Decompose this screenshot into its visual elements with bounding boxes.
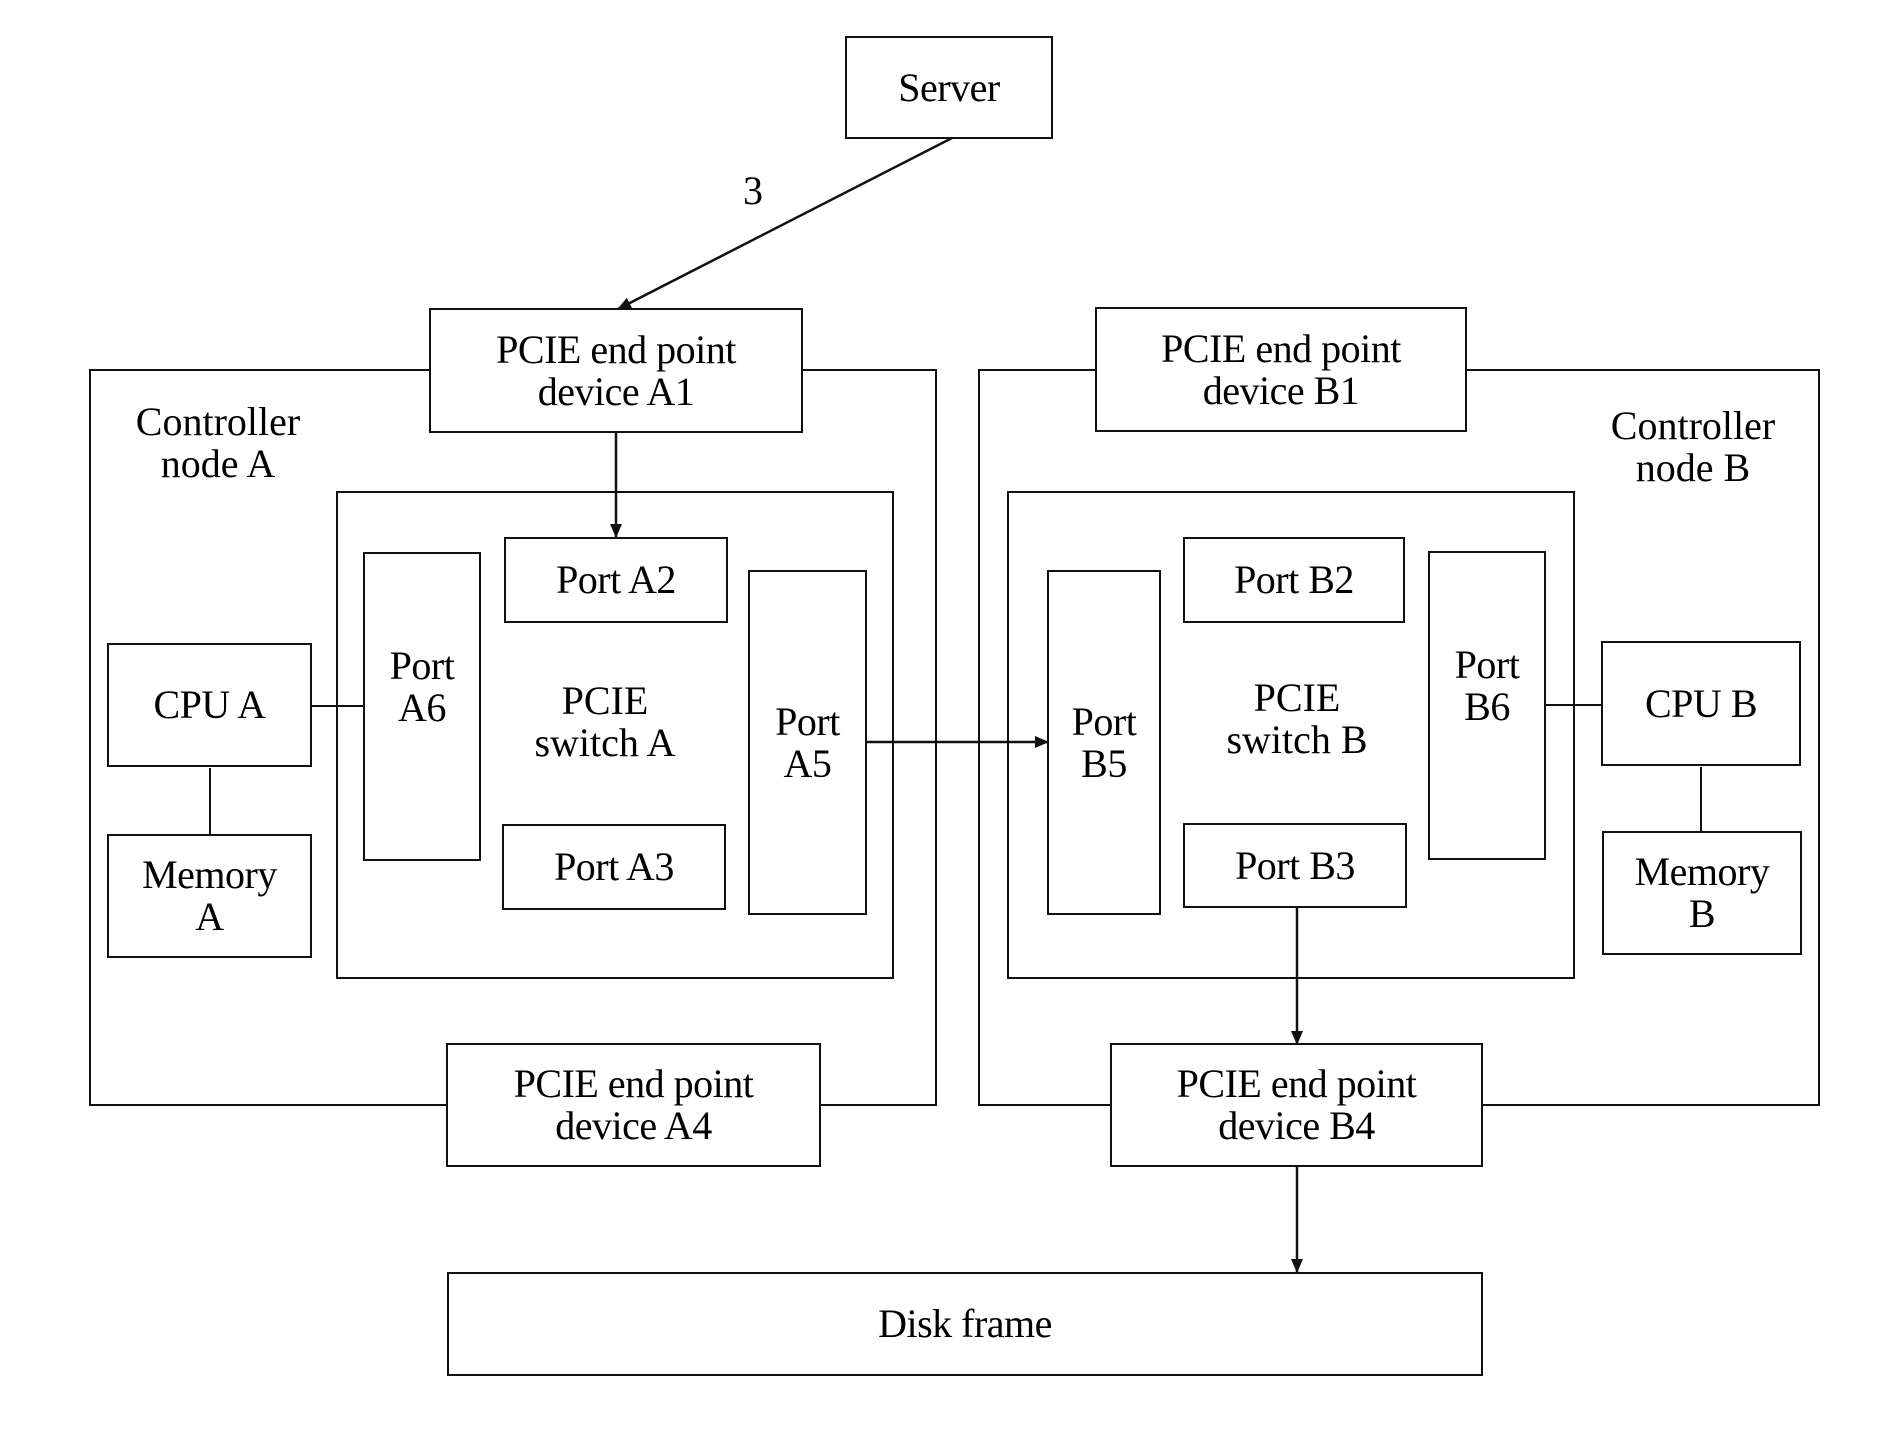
pcie-endpoint-a4-label: PCIE end point device A4 (513, 1061, 754, 1148)
cpu-a-label: CPU A (153, 682, 267, 727)
port-b3: Port B3 (1183, 823, 1407, 908)
memory-a-label: Memory A (142, 852, 277, 939)
disk-frame-label: Disk frame (878, 1301, 1052, 1346)
port-b5: Port B5 (1047, 570, 1161, 915)
memory-a-box: Memory A (107, 834, 312, 958)
edge-label-3: 3 (743, 168, 763, 213)
pcie-endpoint-b1-label: PCIE end point device B1 (1161, 325, 1401, 413)
controller-node-a-label: Controller node A (135, 399, 301, 486)
controller-node-b-label: Controller node B (1610, 403, 1776, 490)
diagram-canvas: Server 3 Controller node A Controller no… (0, 0, 1879, 1446)
cpu-a-box: CPU A (107, 643, 312, 767)
port-a3-label: Port A3 (554, 844, 674, 889)
pcie-endpoint-b1: PCIE end point device B1 (1095, 307, 1467, 432)
port-b5-label: Port B5 (1071, 698, 1137, 786)
port-a2-label: Port A2 (556, 557, 676, 602)
port-b2: Port B2 (1183, 537, 1405, 623)
disk-frame-box: Disk frame (447, 1272, 1483, 1376)
pcie-switch-a-label: PCIE switch A (534, 678, 676, 765)
port-b3-label: Port B3 (1235, 842, 1355, 888)
pcie-endpoint-a4: PCIE end point device A4 (446, 1043, 821, 1167)
edge-server-to-a1 (617, 136, 953, 311)
pcie-endpoint-b4-label: PCIE end point device B4 (1176, 1061, 1417, 1148)
pcie-endpoint-a1-label: PCIE end point device A1 (496, 326, 736, 414)
port-b6: Port B6 (1428, 551, 1546, 860)
server-label: Server (898, 64, 1000, 110)
port-a6: Port A6 (363, 552, 481, 861)
pcie-endpoint-a1: PCIE end point device A1 (429, 308, 803, 433)
port-a5-label: Port A5 (775, 698, 840, 786)
port-a6-label: Port A6 (389, 642, 455, 730)
server-box: Server (845, 36, 1053, 139)
memory-b-box: Memory B (1602, 831, 1802, 955)
port-b6-label: Port B6 (1454, 641, 1520, 729)
port-a5: Port A5 (748, 570, 867, 915)
pcie-switch-b-label: PCIE switch B (1226, 675, 1368, 762)
cpu-b-box: CPU B (1601, 641, 1801, 766)
memory-b-label: Memory B (1634, 849, 1770, 936)
port-b2-label: Port B2 (1234, 557, 1354, 602)
cpu-b-label: CPU B (1645, 680, 1758, 726)
port-a2: Port A2 (504, 537, 728, 623)
pcie-endpoint-b4: PCIE end point device B4 (1110, 1043, 1483, 1167)
port-a3: Port A3 (502, 824, 726, 910)
